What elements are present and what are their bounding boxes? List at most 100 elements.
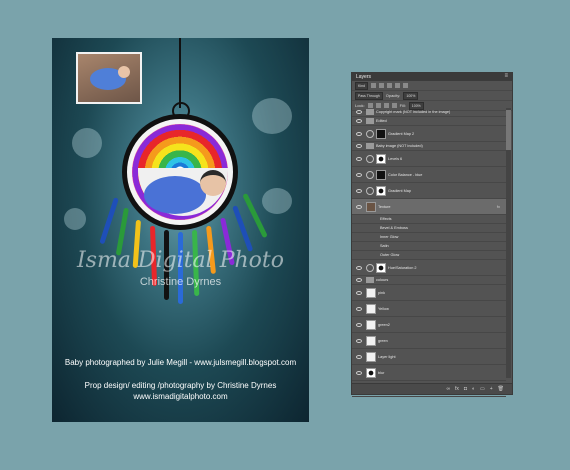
layers-scrollbar[interactable] [506,108,511,378]
design-credit: Prop design/ editing /photography by Chr… [84,381,277,390]
bokeh-spot [64,208,86,230]
layer-row[interactable]: Outer Glow [352,251,506,260]
layer-thumbnail[interactable] [366,367,376,378]
fx-icon[interactable]: fx [455,386,459,392]
layer-thumbnail[interactable] [366,351,376,362]
eyecell [352,370,366,375]
eyecell [352,156,366,161]
layer-mask-thumbnail[interactable] [376,128,386,139]
eyecell [352,306,366,311]
panel-menu-icon[interactable]: ≡ [504,73,508,79]
layer-name: Effects [380,217,392,221]
feather [99,197,119,245]
visibility-eye-icon[interactable] [356,354,362,359]
adjustment-icon [366,170,374,179]
blend-row: Pass Through Opacity: 100% [352,91,512,101]
layer-row[interactable]: blur [352,365,506,381]
visibility-eye-icon[interactable] [356,172,362,177]
visibility-eye-icon[interactable] [356,204,362,209]
visibility-eye-icon[interactable] [356,338,362,343]
visibility-eye-icon[interactable] [356,370,362,375]
layer-thumbnail[interactable] [366,287,376,298]
layer-mask-thumbnail[interactable] [376,185,386,196]
visibility-eye-icon[interactable] [356,322,362,327]
layer-row[interactable]: green [352,333,506,349]
layer-name: Yellow [378,306,389,311]
filter-row: Kind [352,81,512,91]
layer-mask-thumbnail[interactable] [376,262,386,273]
add-mask-icon[interactable]: ◘ [464,386,467,392]
layer-row[interactable]: Copyright mark (NOT included in the imag… [352,108,506,117]
visibility-eye-icon[interactable] [356,265,362,270]
layer-row[interactable]: Yellow [352,301,506,317]
layer-name: Outer Glow [380,253,400,257]
panel-bottom-bar: ∞ fx ◘ ◐ ▭ + 🗑 [352,383,512,394]
eyecell [352,172,366,177]
layer-name: Baby image (NOT included) [376,144,423,148]
layer-row[interactable]: Gradient Map 2 [352,126,506,142]
layer-name: Inner Glow [380,235,399,239]
layer-name: Color Balance - blue [388,172,423,177]
layer-row[interactable]: green2 [352,317,506,333]
layer-row[interactable]: colours [352,276,506,285]
layer-row[interactable]: Texture fx [352,199,506,215]
visibility-eye-icon[interactable] [356,119,362,123]
visibility-eye-icon[interactable] [356,306,362,311]
eyecell [352,290,366,295]
opacity-field[interactable]: 100% [403,91,419,100]
filter-type-icon[interactable] [387,83,393,88]
layer-row[interactable]: Bevel & Emboss [352,224,506,233]
new-layer-icon[interactable]: + [490,386,493,392]
filter-adjustment-icon[interactable] [379,83,385,88]
layer-thumbnail[interactable] [366,319,376,330]
layer-thumbnail[interactable] [366,303,376,314]
layer-row[interactable]: pink [352,285,506,301]
layer-name: Satin [380,244,389,248]
layer-row[interactable]: Layer light [352,349,506,365]
eyecell [352,265,366,270]
scrollbar-thumb[interactable] [506,110,511,150]
tab-layers[interactable]: Layers [356,74,371,80]
layer-row[interactable]: Gradient Map [352,183,506,199]
layer-row[interactable]: Levels 6 [352,151,506,167]
layer-mask-thumbnail[interactable] [376,153,386,164]
visibility-eye-icon[interactable] [356,290,362,295]
eyecell [352,131,366,136]
folder-icon [366,143,374,149]
layer-row[interactable]: Satin [352,242,506,251]
eyecell [352,322,366,327]
visibility-eye-icon[interactable] [356,156,362,161]
adjustment-layer-icon[interactable]: ◐ [472,386,475,392]
link-layers-icon[interactable]: ∞ [446,386,450,392]
layers-panel: Layers ≡ Kind Pass Through Opacity: 100%… [351,72,513,397]
layer-name: Gradient Map 2 [388,131,415,136]
layer-fx-icon[interactable]: fx [497,204,500,209]
blend-mode-dropdown[interactable]: Pass Through [355,91,383,100]
panel-titlebar: Layers ≡ [352,73,512,81]
visibility-eye-icon[interactable] [356,144,362,148]
layer-thumbnail[interactable] [366,201,376,212]
bokeh-spot [72,128,102,158]
layer-row[interactable]: Inner Glow [352,233,506,242]
eyecell [352,338,366,343]
new-group-icon[interactable]: ▭ [480,386,485,392]
visibility-eye-icon[interactable] [356,188,362,193]
layer-row[interactable]: Baby image (NOT included) [352,142,506,151]
visibility-eye-icon[interactable] [356,278,362,282]
filter-pixel-icon[interactable] [371,83,377,88]
trash-icon[interactable]: 🗑 [498,386,504,392]
layer-row[interactable]: Color Balance - blue [352,167,506,183]
visibility-eye-icon[interactable] [356,110,362,114]
layer-row[interactable]: Edited [352,117,506,126]
layer-thumbnail[interactable] [366,335,376,346]
layer-row[interactable]: Hue/Saturation 2 [352,260,506,276]
filter-smart-object-icon[interactable] [403,83,409,88]
filter-kind-dropdown[interactable]: Kind [355,81,369,90]
filter-shape-icon[interactable] [395,83,401,88]
visibility-eye-icon[interactable] [356,131,362,136]
adjustment-icon [366,263,374,272]
watermark-title: Isma Digital Photo [76,248,285,273]
layer-row[interactable]: Effects [352,215,506,224]
layer-mask-thumbnail[interactable] [376,169,386,180]
layer-name: Bevel & Emboss [380,226,408,230]
